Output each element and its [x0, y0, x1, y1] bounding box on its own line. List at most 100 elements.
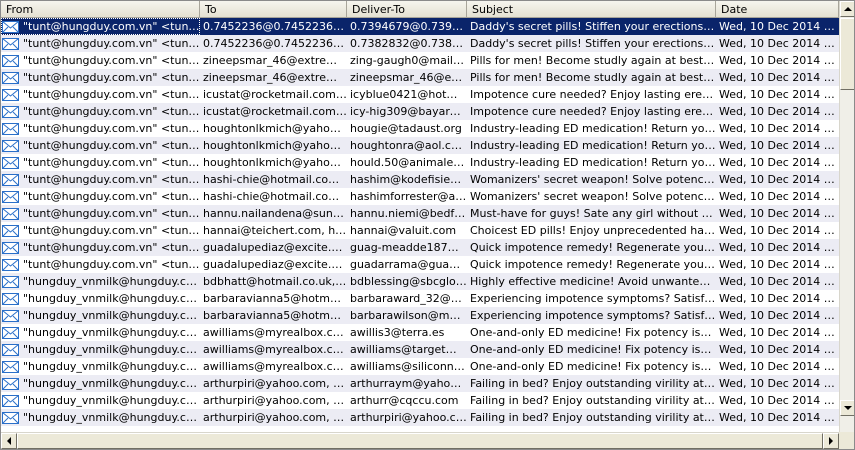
date-cell: Wed, 10 Dec 2014 02:16 [719, 105, 839, 118]
deliver-to-cell: hashim@kodefisien.com [350, 173, 467, 186]
message-row[interactable]: "tunt@hungduy.com.vn" <tunt@hungduy.com.… [1, 69, 839, 86]
message-row[interactable]: "hungduy_vnmilk@hungduy.com.vn"barbaravi… [1, 307, 839, 324]
message-row[interactable]: "tunt@hungduy.com.vn" <tunt@hungduy.com.… [1, 171, 839, 188]
message-row[interactable]: "tunt@hungduy.com.vn" <tunt@hungduy.com.… [1, 86, 839, 103]
message-row[interactable]: "tunt@hungduy.com.vn" <tunt@hungduy.com.… [1, 205, 839, 222]
to-cell: bdbhatt@hotmail.co.uk, bd [203, 275, 347, 288]
message-row[interactable]: "tunt@hungduy.com.vn" <tunt@hungduy.com.… [1, 137, 839, 154]
from-text: "tunt@hungduy.com.vn" <tunt@hungduy.com.… [23, 71, 200, 84]
date-cell: Wed, 10 Dec 2014 02:15 [719, 258, 839, 271]
from-cell: "tunt@hungduy.com.vn" <tunt@hungduy.com.… [1, 256, 200, 273]
from-cell: "hungduy_vnmilk@hungduy.com.vn" [1, 324, 200, 341]
date-cell: Wed, 10 Dec 2014 02:04 [719, 309, 839, 322]
envelope-icon [2, 173, 19, 186]
column-header-deliver-to[interactable]: Deliver-To [347, 1, 467, 18]
message-row[interactable]: "tunt@hungduy.com.vn" <tunt@hungduy.com.… [1, 256, 839, 273]
scroll-left-button[interactable] [1, 433, 17, 449]
deliver-to-cell: zineepsmar_46@extreme.com [350, 71, 467, 84]
column-header-bar: From To Deliver-To Subject Date [1, 1, 839, 18]
from-cell: "tunt@hungduy.com.vn" <tunt@hungduy.com.… [1, 154, 200, 171]
scroll-right-button[interactable] [823, 433, 839, 449]
envelope-icon [2, 224, 19, 237]
message-row[interactable]: "hungduy_vnmilk@hungduy.com.vn"barbaravi… [1, 290, 839, 307]
date-cell: Wed, 10 Dec 2014 02:16 [719, 156, 839, 169]
subject-cell: Industry-leading ED medication! Return y… [470, 122, 716, 135]
date-cell: Wed, 10 Dec 2014 02:04 [719, 411, 839, 424]
message-row[interactable]: "hungduy_vnmilk@hungduy.com.vn"arthurpir… [1, 392, 839, 409]
scroll-up-button[interactable] [840, 1, 854, 17]
message-row[interactable]: "hungduy_vnmilk@hungduy.com.vn"awilliams… [1, 341, 839, 358]
from-cell: "hungduy_vnmilk@hungduy.com.vn" [1, 409, 200, 426]
date-cell: Wed, 10 Dec 2014 02:33 [719, 71, 839, 84]
from-cell: "tunt@hungduy.com.vn" <tunt@hungduy.com.… [1, 120, 200, 137]
from-cell: "tunt@hungduy.com.vn" <tunt@hungduy.com.… [1, 103, 200, 120]
date-cell: Wed, 10 Dec 2014 02:04 [719, 292, 839, 305]
subject-cell: One-and-only ED medicine! Fix potency is… [470, 326, 716, 339]
scroll-corner [839, 432, 854, 449]
from-text: "tunt@hungduy.com.vn" <tunt@hungduy.com.… [23, 258, 200, 271]
envelope-icon [2, 54, 19, 67]
message-row[interactable]: "hungduy_vnmilk@hungduy.com.vn"awilliams… [1, 358, 839, 375]
to-cell: icustat@rocketmail.com, icy [203, 88, 347, 101]
deliver-to-cell: houghtonra@aol.com [350, 139, 467, 152]
date-cell: Wed, 10 Dec 2014 02:04 [719, 343, 839, 356]
vertical-scrollbar[interactable] [839, 1, 854, 432]
date-cell: Wed, 10 Dec 2014 02:16 [719, 173, 839, 186]
message-row[interactable]: "tunt@hungduy.com.vn" <tunt@hungduy.com.… [1, 35, 839, 52]
message-row[interactable]: "hungduy_vnmilk@hungduy.com.vn"bdbhatt@h… [1, 273, 839, 290]
envelope-icon [2, 343, 19, 356]
from-text: "hungduy_vnmilk@hungduy.com.vn" [23, 394, 200, 407]
subject-cell: Experiencing impotence symptoms? Satisfy… [470, 292, 716, 305]
message-row[interactable]: "hungduy_vnmilk@hungduy.com.vn"arthurpir… [1, 409, 839, 426]
to-cell: 0.7452236@0.7452236.net [203, 20, 347, 33]
subject-cell: Quick impotence remedy! Regenerate your … [470, 258, 716, 271]
from-cell: "tunt@hungduy.com.vn" <tunt@hungduy.com.… [1, 188, 200, 205]
scroll-down-button[interactable] [840, 400, 854, 416]
from-text: "tunt@hungduy.com.vn" <tunt@hungduy.com.… [23, 54, 200, 67]
message-row[interactable]: "tunt@hungduy.com.vn" <tunt@hungduy.com.… [1, 120, 839, 137]
from-cell: "tunt@hungduy.com.vn" <tunt@hungduy.com.… [1, 205, 200, 222]
deliver-to-cell: hannu.niemi@bedford.net [350, 207, 467, 220]
subject-cell: Choicest ED pills! Enjoy unprecedented h… [470, 224, 716, 237]
to-cell: awilliams@myrealbox.com, a [203, 343, 347, 356]
message-row[interactable]: "hungduy_vnmilk@hungduy.com.vn"arthurpir… [1, 375, 839, 392]
envelope-icon [2, 105, 19, 118]
from-cell: "tunt@hungduy.com.vn" <tunt@hungduy.com.… [1, 239, 200, 256]
envelope-icon [2, 156, 19, 169]
deliver-to-cell: bdblessing@sbcglobal.net [350, 275, 467, 288]
deliver-to-cell: hashimforrester@aim.com [350, 190, 467, 203]
subject-cell: Impotence cure needed? Enjoy lasting ere… [470, 88, 716, 101]
date-cell: Wed, 10 Dec 2014 02:16 [719, 139, 839, 152]
message-row[interactable]: "tunt@hungduy.com.vn" <tunt@hungduy.com.… [1, 52, 839, 69]
from-cell: "hungduy_vnmilk@hungduy.com.vn" [1, 273, 200, 290]
column-header-subject[interactable]: Subject [467, 1, 716, 18]
message-row[interactable]: "tunt@hungduy.com.vn" <tunt@hungduy.com.… [1, 103, 839, 120]
horizontal-scrollbar[interactable] [1, 432, 839, 449]
envelope-icon [2, 88, 19, 101]
date-cell: Wed, 10 Dec 2014 02:04 [719, 394, 839, 407]
message-row[interactable]: "hungduy_vnmilk@hungduy.com.vn"awilliams… [1, 324, 839, 341]
envelope-icon [2, 309, 19, 322]
from-text: "tunt@hungduy.com.vn" <tunt@hungduy.com.… [23, 241, 200, 254]
horizontal-scroll-thumb[interactable] [17, 433, 823, 449]
envelope-icon [2, 326, 19, 339]
envelope-icon [2, 258, 19, 271]
message-row[interactable]: "tunt@hungduy.com.vn" <tunt@hungduy.com.… [1, 239, 839, 256]
message-row[interactable]: "tunt@hungduy.com.vn" <tunt@hungduy.com.… [1, 18, 839, 35]
envelope-icon [2, 122, 19, 135]
from-cell: "tunt@hungduy.com.vn" <tunt@hungduy.com.… [1, 52, 200, 69]
deliver-to-cell: awilliams@siliconnet.com [350, 360, 467, 373]
date-cell: Wed, 10 Dec 2014 02:04 [719, 377, 839, 390]
message-row[interactable]: "tunt@hungduy.com.vn" <tunt@hungduy.com.… [1, 154, 839, 171]
from-cell: "tunt@hungduy.com.vn" <tunt@hungduy.com.… [1, 18, 200, 35]
column-header-to[interactable]: To [200, 1, 347, 18]
to-cell: barbaravianna5@hotmail.com [203, 309, 347, 322]
from-cell: "hungduy_vnmilk@hungduy.com.vn" [1, 341, 200, 358]
column-header-from[interactable]: From [1, 1, 200, 18]
column-header-date[interactable]: Date [716, 1, 839, 18]
date-cell: Wed, 10 Dec 2014 02:33 [719, 37, 839, 50]
vertical-scroll-thumb[interactable] [840, 18, 854, 90]
message-row[interactable]: "tunt@hungduy.com.vn" <tunt@hungduy.com.… [1, 188, 839, 205]
message-row[interactable]: "tunt@hungduy.com.vn" <tunt@hungduy.com.… [1, 222, 839, 239]
from-text: "hungduy_vnmilk@hungduy.com.vn" [23, 326, 200, 339]
